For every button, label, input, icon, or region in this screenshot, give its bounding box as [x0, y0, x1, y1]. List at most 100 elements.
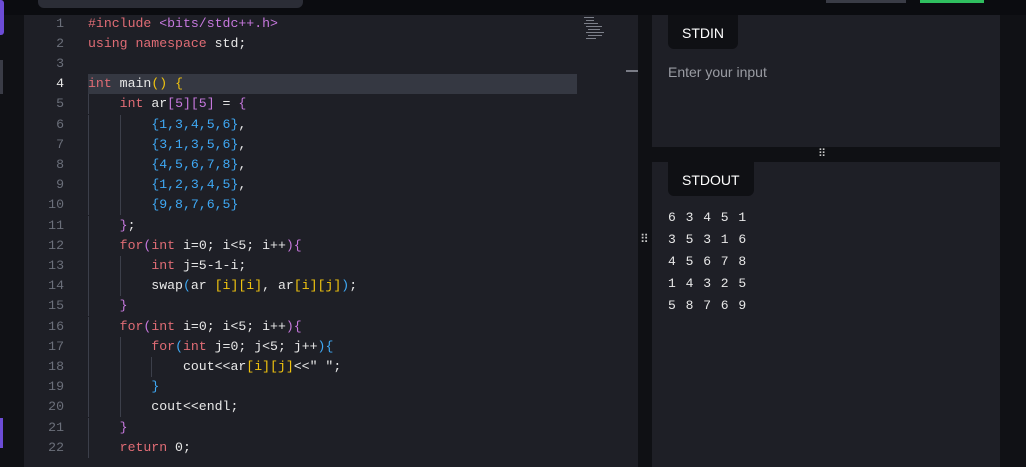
line-number: 10: [48, 197, 64, 213]
code-text[interactable]: int j=5-1-i;: [88, 256, 246, 276]
code-line[interactable]: 14 swap(ar [i][i], ar[i][j]);: [24, 276, 638, 297]
code-line[interactable]: 11 };: [24, 215, 638, 236]
stdout-line: 4 5 6 7 8: [668, 254, 748, 269]
line-number: 6: [56, 116, 64, 132]
code-text[interactable]: }: [88, 377, 159, 397]
code-text[interactable]: return 0;: [88, 438, 191, 458]
code-token: (: [175, 338, 183, 354]
code-token: for: [151, 338, 176, 354]
line-number: 15: [48, 298, 64, 314]
sidebar-item[interactable]: [0, 60, 3, 94]
code-text[interactable]: using namespace std;: [88, 34, 246, 54]
toolbar-button[interactable]: [826, 0, 906, 3]
code-token: [5][5]: [167, 96, 215, 112]
line-number: 9: [56, 177, 64, 193]
code-token: <<" ";: [293, 358, 342, 374]
code-text[interactable]: for(int j=0; j<5; j++){: [88, 337, 333, 357]
code-token: {: [238, 96, 247, 112]
code-token: , ar: [262, 278, 294, 294]
code-text[interactable]: swap(ar [i][i], ar[i][j]);: [88, 276, 357, 296]
drag-handle-icon[interactable]: ⠿: [818, 147, 826, 160]
code-token: =: [214, 96, 239, 112]
sidebar-item[interactable]: [0, 418, 3, 448]
code-token: main: [111, 76, 152, 92]
code-line[interactable]: 8 {4,5,6,7,8},: [24, 154, 638, 175]
code-line[interactable]: 12 for(int i=0; i<5; i++){: [24, 235, 638, 256]
code-text[interactable]: {4,5,6,7,8},: [88, 155, 246, 175]
code-line[interactable]: 1 #include <bits/stdc++.h>: [24, 15, 638, 34]
code-text[interactable]: {1,2,3,4,5},: [88, 175, 246, 195]
code-line[interactable]: 17 for(int j=0; j<5; j++){: [24, 336, 638, 357]
code-text[interactable]: {1,3,4,5,6},: [88, 115, 246, 135]
code-line[interactable]: 4 int main() {: [24, 74, 638, 95]
line-number: 13: [48, 257, 64, 273]
line-number: 21: [48, 419, 64, 435]
code-text[interactable]: int ar[5][5] = {: [88, 94, 247, 114]
code-token: ar: [190, 278, 215, 294]
code-token: ){: [285, 318, 302, 334]
code-text[interactable]: cout<<endl;: [88, 397, 238, 417]
code-token: ;: [349, 278, 358, 294]
code-token: ): [341, 278, 350, 294]
code-line[interactable]: 2 using namespace std;: [24, 34, 638, 54]
code-token: }: [119, 419, 128, 435]
stdin-tab[interactable]: STDIN: [668, 15, 738, 49]
code-token: int: [151, 237, 176, 253]
stdout-line: 1 4 3 2 5: [668, 276, 748, 291]
code-line[interactable]: 10 {9,8,7,6,5}: [24, 195, 638, 216]
code-text[interactable]: int main() {: [88, 74, 183, 94]
code-line[interactable]: 20 cout<<endl;: [24, 397, 638, 418]
stdin-panel: STDIN Enter your input: [652, 15, 1000, 147]
code-token: [i][j]: [246, 358, 294, 374]
code-text[interactable]: for(int i=0; i<5; i++){: [88, 236, 302, 256]
code-line[interactable]: 9 {1,2,3,4,5},: [24, 175, 638, 196]
code-token: std;: [214, 35, 247, 51]
code-line[interactable]: 7 {3,1,3,5,6},: [24, 134, 638, 155]
code-token: [i][j]: [293, 278, 342, 294]
code-token: (): [151, 76, 168, 92]
stdout-line: 3 5 3 1 6: [668, 232, 748, 247]
stdout-panel: STDOUT 6 3 4 5 1 3 5 3 1 6 4 5 6 7 8 1 4 3 …: [652, 162, 1000, 467]
code-token: cout<<endl;: [88, 399, 239, 415]
code-line[interactable]: 21 }: [24, 417, 638, 438]
code-token: 0;: [167, 439, 191, 455]
code-token: j=0; j<5; j++: [206, 338, 318, 354]
code-text[interactable]: for(int i=0; i<5; i++){: [88, 317, 302, 337]
code-token: {: [175, 76, 183, 92]
code-text[interactable]: {9,8,7,6,5}: [88, 195, 238, 215]
code-text[interactable]: cout<<ar[i][j]<<" ";: [88, 357, 341, 377]
code-token: i=0; i<5; i++: [175, 318, 286, 334]
drag-handle-icon[interactable]: ⠿: [640, 232, 649, 246]
sidebar-accent[interactable]: [0, 0, 4, 35]
file-tab[interactable]: [38, 0, 303, 8]
code-editor[interactable]: 1 #include <bits/stdc++.h> 2 using namespac…: [24, 15, 638, 467]
code-text[interactable]: };: [88, 216, 136, 236]
code-token: i=0; i<5; i++: [175, 237, 286, 253]
code-line[interactable]: 16 for(int i=0; i<5; i++){: [24, 316, 638, 337]
code-line[interactable]: 15 }: [24, 296, 638, 317]
code-line[interactable]: 22 return 0;: [24, 437, 638, 458]
code-line[interactable]: 6 {1,3,4,5,6},: [24, 114, 638, 135]
code-line[interactable]: 13 int j=5-1-i;: [24, 255, 638, 276]
code-line[interactable]: 19 }: [24, 377, 638, 398]
code-text[interactable]: {3,1,3,5,6},: [88, 135, 246, 155]
code-line[interactable]: 5 int ar[5][5] = {: [24, 94, 638, 115]
stdout-line: 6 3 4 5 1: [668, 210, 748, 225]
run-button[interactable]: [920, 0, 984, 3]
code-token: {1,3,4,5,6}: [151, 116, 239, 132]
code-text[interactable]: #include <bits/stdc++.h>: [88, 15, 278, 34]
code-line[interactable]: 18 cout<<ar[i][j]<<" ";: [24, 356, 638, 377]
code-text[interactable]: }: [88, 296, 128, 316]
stdin-input[interactable]: Enter your input: [668, 64, 767, 80]
code-text[interactable]: }: [88, 418, 128, 438]
code-token: int: [151, 318, 176, 334]
stdout-tab[interactable]: STDOUT: [668, 162, 754, 196]
code-line[interactable]: 3: [24, 54, 638, 74]
